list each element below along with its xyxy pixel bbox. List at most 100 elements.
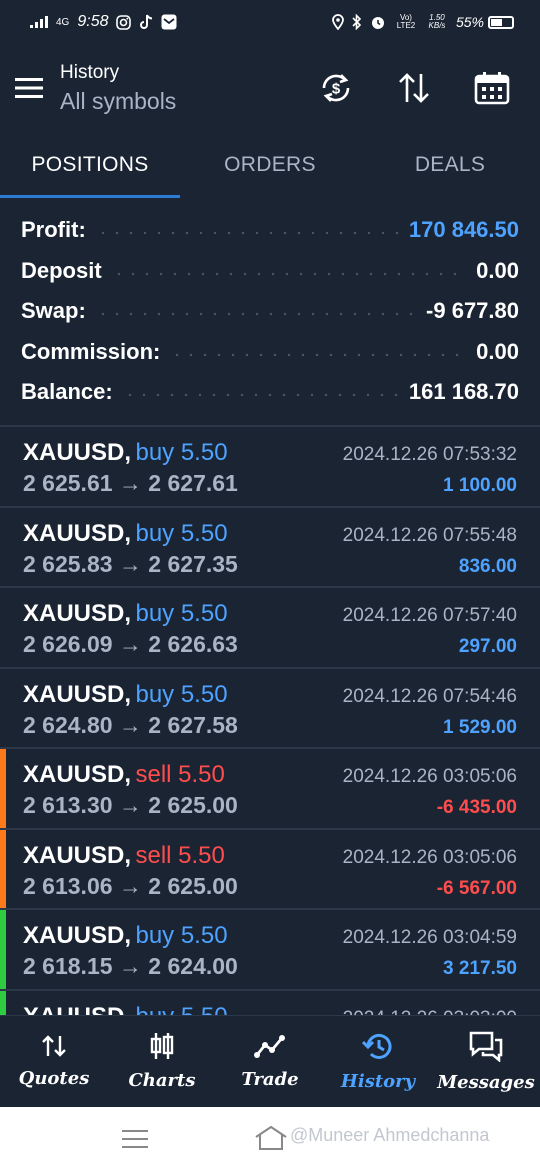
charts-icon [150, 1033, 174, 1059]
summary-swap: Swap: -9 677.80 [0, 291, 540, 332]
recents-icon [122, 1130, 148, 1148]
position-bottom-line: 2 625.61 → 2 627.61 1 100.00 [23, 470, 517, 497]
nav-label: History [340, 1071, 416, 1092]
calendar-icon [474, 72, 510, 105]
battery-icon [488, 15, 514, 29]
summary-balance: Balance: 161 168.70 [0, 372, 540, 413]
position-top-line: XAUUSD, buy 5.50 2024.12.26 07:55:48 [23, 520, 517, 548]
nav-history[interactable]: History [324, 1016, 432, 1107]
tab-orders[interactable]: ORDERS [180, 132, 360, 198]
trade-icon [254, 1035, 285, 1058]
position-row[interactable]: XAUUSD, buy 5.50 2024.12.26 03:04:59 2 618… [0, 910, 540, 991]
symbol-filter[interactable]: All symbols [60, 88, 310, 115]
position-top-line: XAUUSD, buy 5.50 2024.12.26 03:03:00 [23, 1003, 517, 1016]
position-profit: -6 567.00 [436, 877, 517, 899]
position-row[interactable]: XAUUSD, buy 5.50 2024.12.26 07:53:32 2 625… [0, 427, 540, 508]
position-accent-bar [0, 749, 6, 828]
history-tabs: POSITIONS ORDERS DEALS [0, 132, 540, 198]
position-accent-bar [0, 990, 6, 1015]
position-top-line: XAUUSD, buy 5.50 2024.12.26 07:57:40 [23, 600, 517, 628]
nav-label: Trade [241, 1069, 299, 1090]
system-home-button[interactable] [254, 1125, 288, 1156]
nav-charts[interactable]: Charts [108, 1016, 216, 1107]
position-profit: 1 100.00 [443, 475, 517, 496]
header-titles[interactable]: History All symbols [60, 62, 310, 115]
position-row[interactable]: XAUUSD, buy 5.50 2024.12.26 03:03:00 [0, 990, 540, 1016]
position-symbol: XAUUSD, [23, 1003, 131, 1016]
position-prices: 2 625.83 → 2 627.35 [23, 550, 238, 577]
dot-leader [111, 271, 467, 276]
signal-icon [30, 16, 48, 28]
position-symbol: XAUUSD, [23, 841, 132, 869]
status-time: 9:58 [77, 13, 109, 30]
app-header: History All symbols $ [0, 44, 540, 132]
nav-label: Messages [437, 1072, 535, 1093]
nav-label: Quotes [18, 1068, 90, 1089]
position-row[interactable]: XAUUSD, buy 5.50 2024.12.26 07:57:40 2 626… [0, 588, 540, 669]
watermark-text: @Muneer Ahmedchanna [290, 1125, 490, 1145]
status-left: 4G 9:58 [30, 13, 177, 31]
position-time: 2024.12.26 03:05:06 [342, 846, 517, 868]
position-time: 2024.12.26 03:03:00 [343, 1008, 517, 1016]
svg-text:$: $ [332, 81, 341, 98]
alarm-icon [370, 14, 386, 30]
position-symbol: XAUUSD, [23, 922, 132, 949]
account-summary: Profit: 170 846.50 Deposit 0.00 Swap: -9… [0, 210, 540, 413]
summary-label: Balance: [21, 379, 113, 405]
position-row[interactable]: XAUUSD, sell 5.50 2024.12.26 03:05:06 2 61… [0, 749, 540, 830]
position-symbol: XAUUSD, [23, 439, 132, 466]
position-symbol-group: XAUUSD, buy 5.50 [23, 520, 228, 548]
summary-label: Deposit [21, 257, 102, 283]
position-row[interactable]: XAUUSD, buy 5.50 2024.12.26 07:54:46 2 624… [0, 669, 540, 749]
network-speed: 1.50 KB/s [428, 13, 446, 30]
position-bottom-line: 2 618.15 → 2 624.00 3 217.50 [23, 953, 517, 980]
position-top-line: XAUUSD, buy 5.50 2024.12.26 07:53:32 [23, 439, 517, 467]
tab-deals[interactable]: DEALS [360, 132, 540, 198]
position-time: 2024.12.26 03:05:06 [342, 766, 517, 787]
position-profit: -6 435.00 [436, 797, 517, 818]
summary-commission: Commission: 0.00 [0, 332, 540, 373]
position-row[interactable]: XAUUSD, buy 5.50 2024.12.26 07:55:48 2 625… [0, 508, 540, 588]
position-type: buy 5.50 [135, 922, 228, 949]
position-profit: 1 529.00 [443, 716, 517, 738]
position-type: buy 5.50 [135, 600, 228, 627]
position-type: buy 5.50 [135, 680, 228, 708]
status-bar: 4G 9:58 Vo) LTE2 1.50 KB/s 55% [0, 0, 540, 44]
hamburger-menu-icon[interactable] [0, 58, 60, 118]
mail-icon [161, 14, 177, 30]
history-icon [362, 1033, 392, 1059]
position-bottom-line: 2 613.30 → 2 625.00 -6 435.00 [23, 792, 517, 819]
position-bottom-line: 2 625.83 → 2 627.35 836.00 [23, 551, 517, 578]
dot-leader [95, 312, 417, 317]
position-symbol-group: XAUUSD, buy 5.50 [23, 1003, 228, 1016]
dot-leader [170, 352, 467, 357]
position-prices: 2 626.09 → 2 626.63 [23, 631, 238, 657]
position-type: sell 5.50 [135, 841, 225, 869]
summary-value: 0.00 [476, 338, 519, 364]
currency-sync-button[interactable]: $ [310, 62, 362, 114]
summary-deposit: Deposit 0.00 [0, 251, 540, 292]
nav-quotes[interactable]: Quotes [0, 1016, 108, 1107]
position-time: 2024.12.26 07:55:48 [342, 524, 517, 546]
positions-list[interactable]: XAUUSD, buy 5.50 2024.12.26 07:53:32 2 625… [0, 427, 540, 1015]
system-recents-button[interactable] [122, 1129, 150, 1154]
network-type: 4G [56, 16, 70, 28]
tab-positions[interactable]: POSITIONS [0, 132, 180, 198]
calendar-button[interactable] [466, 62, 518, 114]
location-icon [332, 14, 344, 30]
summary-value: -9 677.80 [426, 298, 519, 324]
position-symbol-group: XAUUSD, buy 5.50 [23, 681, 228, 709]
currency-sync-icon: $ [322, 74, 350, 102]
position-row[interactable]: XAUUSD, sell 5.50 2024.12.26 03:05:06 2 61… [0, 829, 540, 910]
position-bottom-line: 2 626.09 → 2 626.63 297.00 [23, 631, 517, 658]
summary-value: 161 168.70 [408, 379, 519, 405]
sort-button[interactable] [388, 62, 440, 114]
nav-messages[interactable]: Messages [432, 1016, 540, 1107]
position-symbol-group: XAUUSD, sell 5.50 [23, 842, 225, 870]
summary-value: 0.00 [476, 257, 519, 283]
quotes-icon [42, 1035, 66, 1057]
nav-trade[interactable]: Trade [216, 1016, 324, 1107]
summary-label: Swap: [21, 298, 86, 324]
position-time: 2024.12.26 03:04:59 [342, 927, 517, 948]
nav-label: Charts [128, 1070, 196, 1091]
